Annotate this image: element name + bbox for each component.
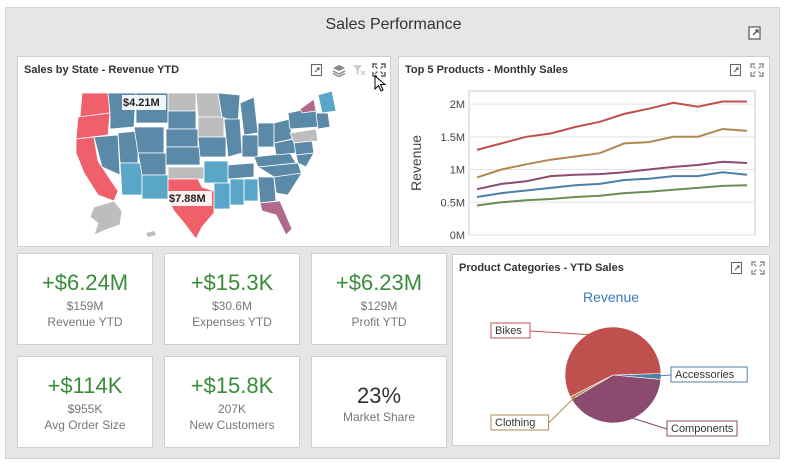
- kpi-label: Market Share: [342, 410, 416, 424]
- kpi-subvalue: $30.6M: [211, 299, 253, 313]
- y-tick-label: 0.5M: [441, 197, 465, 209]
- kpi-value: +$6.24M: [41, 270, 129, 295]
- kpi-value: +$6.23M: [335, 270, 423, 295]
- kpi-label: Expenses YTD: [192, 315, 272, 329]
- pie-label-clothing: Clothing: [495, 417, 535, 429]
- pie-chart: Bikes Accessories Components Clothing: [490, 322, 748, 437]
- kpi-label: Avg Order Size: [44, 418, 126, 432]
- export-icon[interactable]: [730, 261, 744, 275]
- y-axis-label: Revenue: [408, 135, 424, 191]
- dashboard-title: Sales Performance: [325, 16, 462, 33]
- kpi-subvalue: $129M: [360, 299, 398, 313]
- kpi-label: New Customers: [189, 418, 275, 432]
- state-callout-texas: $7.88M: [169, 193, 206, 205]
- kpi-value: 23%: [356, 383, 402, 408]
- y-tick-label: 1M: [450, 165, 465, 177]
- clear-filter-icon[interactable]: [352, 63, 366, 77]
- pie-leader-line: [548, 394, 578, 424]
- kpi-value: +$15.3K: [190, 270, 274, 295]
- kpi-subvalue: 207K: [217, 402, 247, 416]
- line-panel: Top 5 Products - Monthly Sales 0M 0.5M 1M 1…: [398, 56, 770, 247]
- line-chart: 0M 0.5M 1M 1.5M 2M Revenue: [408, 90, 756, 242]
- state-callout-west: $4.21M: [123, 97, 160, 109]
- y-tick-label: 0M: [450, 230, 465, 242]
- layers-icon[interactable]: [332, 63, 346, 77]
- y-tick-label: 1.5M: [441, 132, 465, 144]
- kpi-label: Profit YTD: [351, 315, 407, 329]
- kpi-value: +$114K: [47, 373, 123, 398]
- pie-label-components: Components: [671, 423, 734, 435]
- pie-panel-title: Product Categories - YTD Sales: [459, 262, 624, 274]
- kpi-card-profit[interactable]: +$6.23M $129M Profit YTD: [311, 253, 447, 345]
- kpi-subvalue: $159M: [66, 299, 104, 313]
- pie-chart-title: Revenue: [582, 289, 640, 305]
- kpi-label: Revenue YTD: [47, 315, 123, 329]
- kpi-card-avg-order[interactable]: +$114K $955K Avg Order Size: [17, 356, 153, 448]
- map-panel-title: Sales by State - Revenue YTD: [24, 64, 180, 76]
- kpi-card-revenue[interactable]: +$6.24M $159M Revenue YTD: [17, 253, 153, 345]
- export-icon[interactable]: [310, 63, 324, 77]
- line-panel-title: Top 5 Products - Monthly Sales: [405, 64, 568, 76]
- export-icon[interactable]: [729, 63, 743, 77]
- kpi-value: +$15.8K: [190, 373, 274, 398]
- pie-leader-line: [621, 414, 668, 430]
- kpi-card-expenses[interactable]: +$15.3K $30.6M Expenses YTD: [164, 253, 300, 345]
- maximize-icon[interactable]: [751, 261, 765, 275]
- pie-label-bikes: Bikes: [495, 325, 522, 337]
- pie-label-accessories: Accessories: [675, 369, 735, 381]
- maximize-icon[interactable]: [750, 63, 764, 77]
- us-map[interactable]: [18, 83, 390, 246]
- pie-panel: Product Categories - YTD Sales Revenue B…: [452, 254, 770, 446]
- export-icon[interactable]: [747, 25, 763, 41]
- kpi-card-market-share[interactable]: 23% Market Share: [311, 356, 447, 448]
- y-tick-label: 2M: [450, 99, 465, 111]
- kpi-card-new-customers[interactable]: +$15.8K 207K New Customers: [164, 356, 300, 448]
- kpi-subvalue: $955K: [67, 402, 103, 416]
- map-panel: Sales by State - Revenue YTD $4.21M $7.8…: [17, 56, 391, 247]
